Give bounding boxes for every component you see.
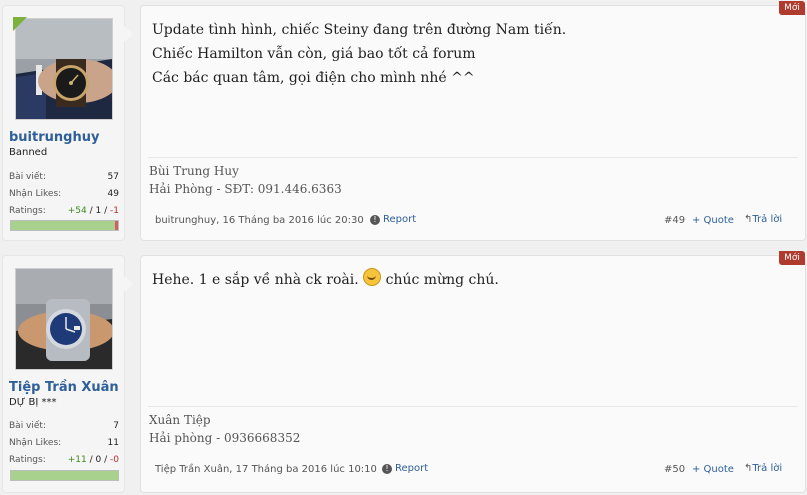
stat-likes: Nhận Likes: 11 xyxy=(9,438,119,448)
stat-value: 49 xyxy=(107,189,119,199)
rating-sep: / xyxy=(104,206,108,216)
signature-line: Hải Phòng - SĐT: 091.446.6363 xyxy=(149,182,342,196)
stat-label: Ratings: xyxy=(9,455,46,465)
signature-line: Xuân Tiệp xyxy=(149,413,211,427)
message-line: Hehe. 1 e sắp về nhà ck roài. chúc mừng … xyxy=(152,268,499,292)
report-label: Report xyxy=(383,214,417,225)
rating-sep: / xyxy=(89,455,93,465)
stat-label: Bài viết: xyxy=(9,421,46,431)
rating-negative: -1 xyxy=(110,206,119,216)
post: Tiệp Trần Xuân DỰ BỊ *** Bài viết: 7 Nhậ… xyxy=(0,250,807,495)
info-circle-icon: ! xyxy=(382,464,392,474)
rating-positive: +11 xyxy=(67,455,87,465)
message-content: Hehe. 1 e sắp về nhà ck roài. chúc mừng … xyxy=(152,268,499,292)
username[interactable]: buitrunghuy xyxy=(9,130,99,145)
rating-neutral: 0 xyxy=(95,455,102,465)
message-line: Chiếc Hamilton vẫn còn, giá bao tốt cả f… xyxy=(152,46,476,62)
reply-label: Trả lời xyxy=(752,463,783,474)
signature-line: Bùi Trung Huy xyxy=(149,164,239,178)
reply-label: Trả lời xyxy=(752,214,783,225)
username[interactable]: Tiệp Trần Xuân xyxy=(9,380,119,395)
rating-sep: / xyxy=(89,206,93,216)
rating-bar xyxy=(10,470,119,481)
rating-sep: / xyxy=(104,455,108,465)
message-text: chúc mừng chú. xyxy=(385,272,499,288)
post: buitrunghuy Banned Bài viết: 57 Nhận Lik… xyxy=(0,0,807,248)
reply-button[interactable]: ↰Trả lời xyxy=(744,463,782,474)
stat-label: Ratings: xyxy=(9,206,46,216)
stat-posts: Bài viết: 57 xyxy=(9,172,119,182)
quote-button[interactable]: + Quote xyxy=(692,215,734,226)
message-panel: Mới Update tình hình, chiếc Steiny đang … xyxy=(140,1,806,241)
message-panel: Mới Hehe. 1 e sắp về nhà ck roài. chúc m… xyxy=(140,251,806,493)
ratings-values: +54 / 1 / -1 xyxy=(68,206,119,216)
rating-positive: +54 xyxy=(67,206,87,216)
post-meta[interactable]: buitrunghuy, 16 Tháng ba 2016 lúc 20:30 xyxy=(155,215,364,226)
stat-likes: Nhận Likes: 49 xyxy=(9,189,119,199)
new-badge: Mới xyxy=(779,251,805,265)
avatar[interactable] xyxy=(15,18,113,120)
reply-button[interactable]: ↰Trả lời xyxy=(744,214,782,225)
stat-label: Bài viết: xyxy=(9,172,46,182)
report-link[interactable]: ! Report xyxy=(370,214,416,225)
user-info-panel: Tiệp Trần Xuân DỰ BỊ *** Bài viết: 7 Nhậ… xyxy=(2,255,133,493)
stat-posts: Bài viết: 7 xyxy=(9,421,119,431)
online-indicator xyxy=(13,17,27,31)
panel-arrow xyxy=(124,26,133,42)
new-badge: Mới xyxy=(779,1,805,15)
rating-bar xyxy=(10,220,119,231)
rating-negative: -0 xyxy=(110,455,119,465)
stat-label: Nhận Likes: xyxy=(9,438,62,448)
quote-button[interactable]: + Quote xyxy=(692,464,734,475)
post-meta[interactable]: Tiệp Trần Xuân, 17 Tháng ba 2016 lúc 10:… xyxy=(155,464,377,475)
ratings-values: +11 / 0 / -0 xyxy=(68,455,119,465)
user-title: Banned xyxy=(9,147,48,158)
signature: Bùi Trung Huy Hải Phòng - SĐT: 091.446.6… xyxy=(149,162,342,198)
signature-divider xyxy=(148,157,798,158)
info-circle-icon: ! xyxy=(370,215,380,225)
user-info-panel: buitrunghuy Banned Bài viết: 57 Nhận Lik… xyxy=(2,5,133,241)
panel-arrow xyxy=(124,276,133,292)
signature-line: Hải phòng - 0936668352 xyxy=(149,431,301,445)
signature: Xuân Tiệp Hải phòng - 0936668352 xyxy=(149,411,300,447)
post-number[interactable]: #50 xyxy=(664,464,685,475)
message-line: Các bác quan tâm, gọi điện cho mình nhé … xyxy=(152,70,475,86)
user-title: DỰ BỊ *** xyxy=(9,397,57,408)
stat-value[interactable]: 57 xyxy=(108,172,119,182)
message-line: Update tình hình, chiếc Steiny đang trên… xyxy=(152,22,567,38)
rating-neutral: 1 xyxy=(95,206,102,216)
stat-ratings: Ratings: +11 / 0 / -0 xyxy=(9,455,119,465)
report-label: Report xyxy=(395,463,429,474)
message-content: Update tình hình, chiếc Steiny đang trên… xyxy=(152,18,566,90)
stat-ratings: Ratings: +54 / 1 / -1 xyxy=(9,206,119,216)
stat-value: 11 xyxy=(107,438,119,448)
post-number[interactable]: #49 xyxy=(664,215,685,226)
signature-divider xyxy=(148,406,798,407)
report-link[interactable]: ! Report xyxy=(382,463,428,474)
avatar[interactable] xyxy=(15,268,113,370)
stat-value[interactable]: 7 xyxy=(113,421,119,431)
message-text: Hehe. 1 e sắp về nhà ck roài. xyxy=(152,272,359,288)
stat-label: Nhận Likes: xyxy=(9,189,62,199)
smiley-icon xyxy=(363,268,382,286)
